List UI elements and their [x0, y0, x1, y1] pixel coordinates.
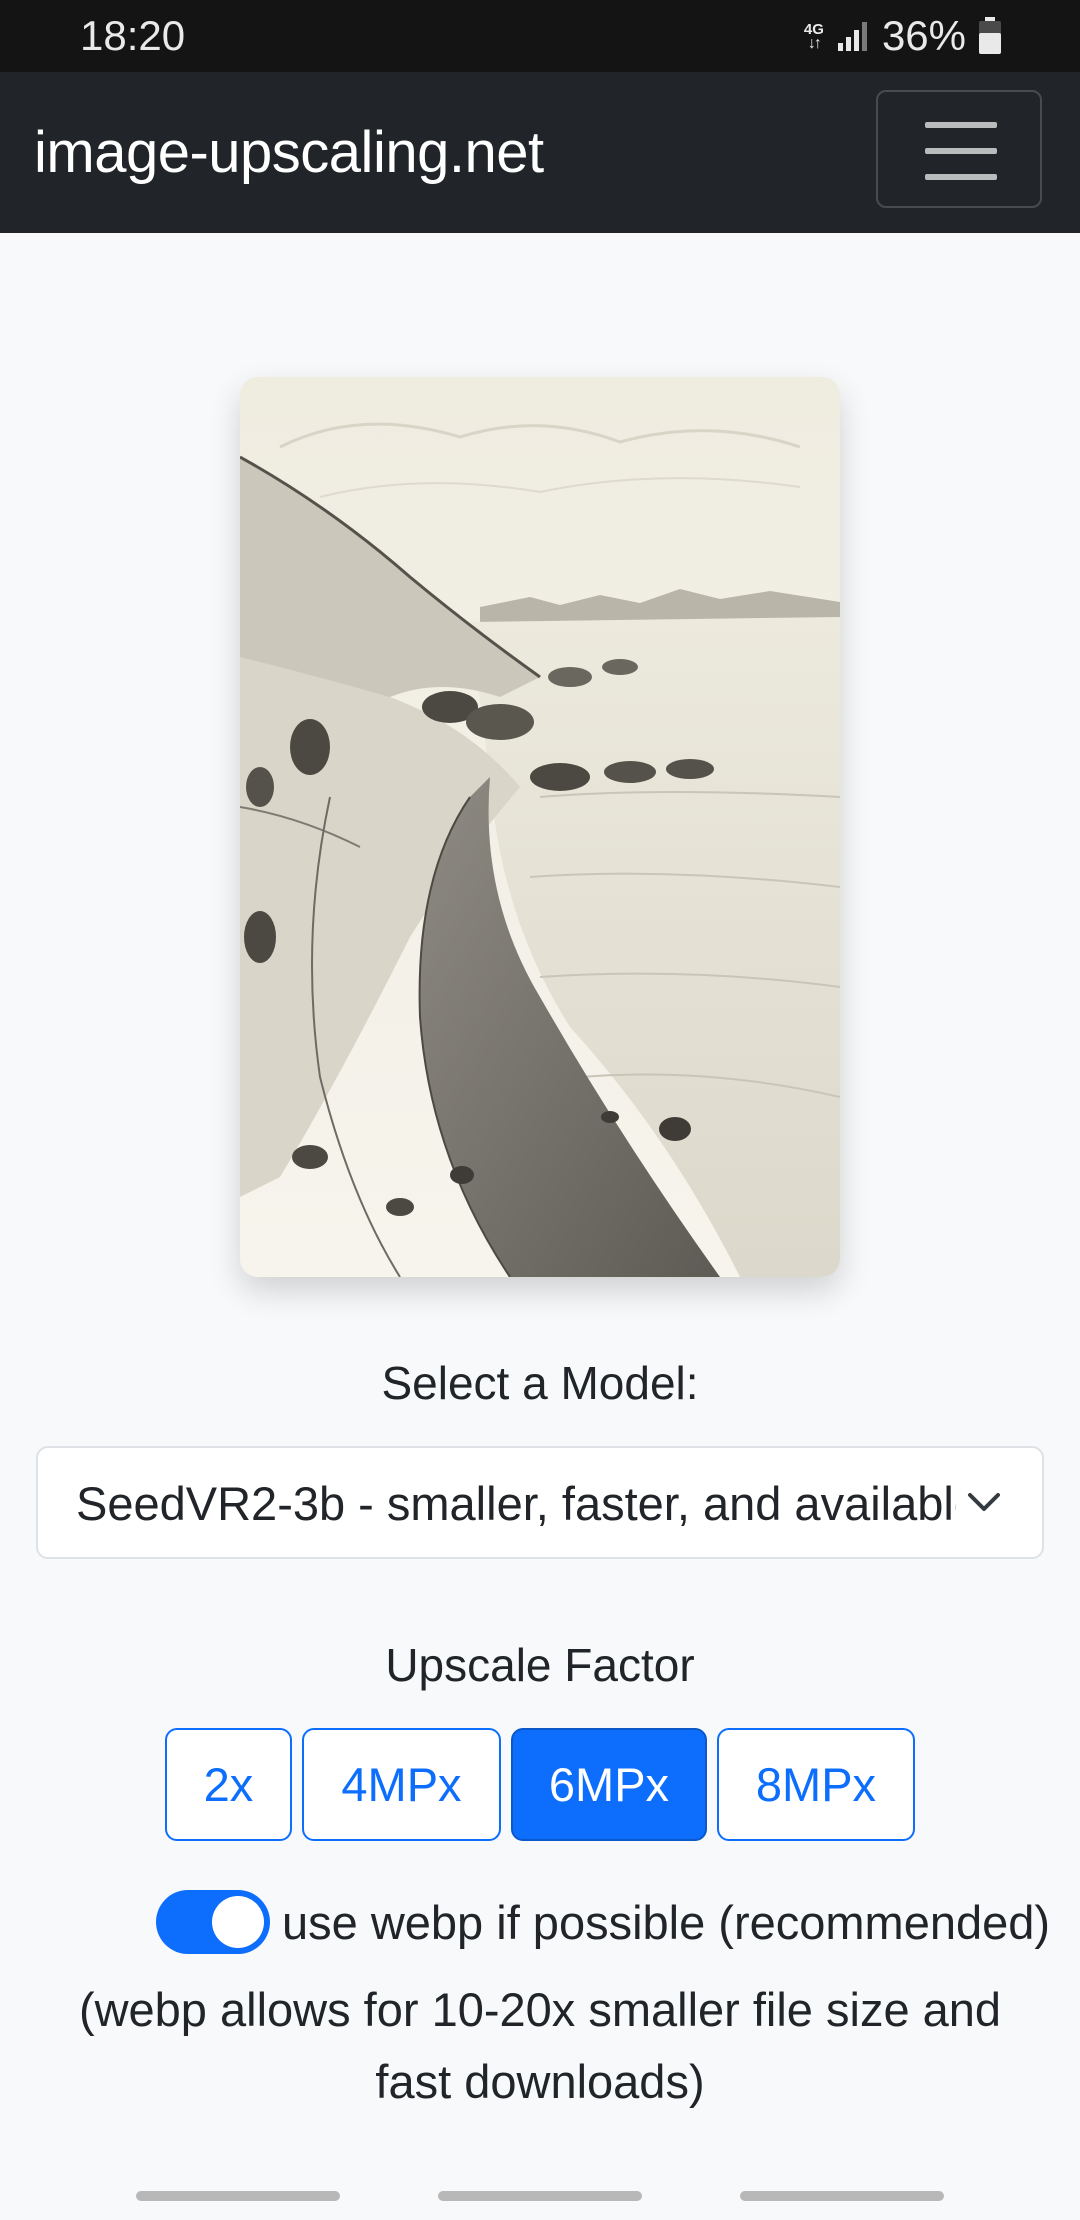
navbar: image-upscaling.net [0, 72, 1080, 233]
factor-8mpx-button[interactable]: 8MPx [717, 1728, 915, 1841]
model-select-value: SeedVR2-3b - smaller, faster, and availa… [76, 1477, 956, 1530]
page-indicator-3 [740, 2191, 944, 2201]
battery-percent: 36% [881, 12, 966, 59]
upscale-factor-label: Upscale Factor [385, 1639, 695, 1691]
site-brand[interactable]: image-upscaling.net [34, 120, 544, 186]
data-arrows-icon: ↓↑ [807, 34, 822, 52]
webp-toggle-label[interactable]: use webp if possible (recommended) [282, 1895, 1050, 1951]
factor-4mpx-button[interactable]: 4MPx [302, 1728, 501, 1841]
toggle-knob [212, 1896, 264, 1948]
page-indicator-2 [438, 2191, 642, 2201]
webp-note: (webp allows for 10-20x smaller file siz… [78, 1983, 1002, 2108]
factor-2x-button[interactable]: 2x [165, 1728, 292, 1841]
model-select[interactable]: SeedVR2-3b - smaller, faster, and availa… [36, 1446, 1044, 1559]
status-icons: 4G ↓↑ 36% [804, 12, 1002, 60]
page-indicator-1 [136, 2191, 340, 2201]
status-bar: 18:20 4G ↓↑ 36% [0, 0, 1080, 72]
model-label: Select a Model: [381, 1357, 699, 1409]
signal-icon [837, 22, 867, 51]
battery-icon [979, 17, 1001, 54]
network-4g-icon: 4G ↓↑ [804, 22, 824, 52]
chevron-down-icon [968, 1493, 1000, 1511]
coastline-sketch-image [240, 377, 840, 1277]
menu-toggle-button[interactable] [876, 90, 1042, 208]
status-time: 18:20 [80, 12, 186, 59]
webp-toggle[interactable] [156, 1890, 270, 1954]
hamburger-menu-icon [925, 122, 997, 180]
image-preview [240, 377, 840, 1277]
factor-6mpx-button[interactable]: 6MPx [511, 1728, 707, 1841]
